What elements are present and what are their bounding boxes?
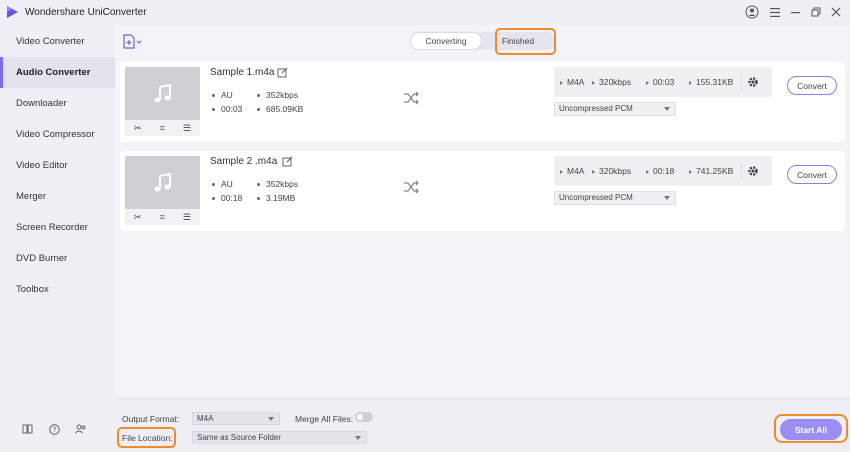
edit-name-icon[interactable] <box>282 156 293 167</box>
output-duration: 00:18 <box>646 166 674 176</box>
app-title: Wondershare UniConverter <box>25 7 147 18</box>
source-codec: AU <box>212 179 233 189</box>
restore-icon[interactable] <box>809 5 823 19</box>
sidebar-item-audio-converter[interactable]: Audio Converter <box>0 57 115 88</box>
svg-text:?: ? <box>52 427 56 434</box>
convert-button[interactable]: Convert <box>787 165 837 184</box>
file-card: ✂ ⌗ ☰ Sample 2 .m4a AU 352kbps 00:18 3.1… <box>120 151 845 231</box>
sidebar-item-video-compressor[interactable]: Video Compressor <box>0 119 115 150</box>
sidebar-item-label: Screen Recorder <box>16 222 88 233</box>
thumbnail-toolbar: ✂ ⌗ ☰ <box>125 120 200 136</box>
output-format-value: M4A <box>197 414 214 423</box>
chevron-down-icon <box>664 107 670 111</box>
quality-dropdown[interactable]: Uncompressed PCM <box>554 191 676 205</box>
sidebar-item-video-converter[interactable]: Video Converter <box>0 26 115 57</box>
tab-finished[interactable]: Finished <box>488 33 548 49</box>
output-duration: 00:03 <box>646 77 674 87</box>
source-size: 3.19MB <box>257 193 295 203</box>
sidebar: Video Converter Audio Converter Download… <box>0 25 115 452</box>
sidebar-item-label: Merger <box>16 191 47 202</box>
music-note-icon <box>154 172 171 191</box>
account-icon[interactable] <box>745 5 759 19</box>
convert-button[interactable]: Convert <box>787 76 837 95</box>
convert-arrow-icon <box>404 91 419 105</box>
file-location-value: Same as Source Folder <box>197 433 282 442</box>
app-logo-icon <box>7 6 18 18</box>
quality-value: Uncompressed PCM <box>559 193 633 202</box>
sidebar-item-label: DVD Burner <box>16 253 68 264</box>
sidebar-item-label: Video Compressor <box>16 129 95 140</box>
start-all-button[interactable]: Start All <box>780 419 842 440</box>
minimize-icon[interactable] <box>789 5 803 19</box>
output-format-label: Output Format: <box>122 414 180 424</box>
source-bitrate: 352kbps <box>257 179 298 189</box>
main-panel: Converting Finished ✂ ⌗ ☰ Sample 1.m4a A… <box>115 25 850 452</box>
help-icon[interactable]: ? <box>47 422 61 436</box>
sidebar-item-merger[interactable]: Merger <box>0 181 115 212</box>
tab-converting[interactable]: Converting <box>411 33 481 49</box>
audio-thumbnail <box>125 156 200 209</box>
sidebar-item-label: Video Converter <box>16 36 85 47</box>
edit-name-icon[interactable] <box>277 67 288 78</box>
file-name: Sample 2 .m4a <box>210 156 278 167</box>
sidebar-item-dvd-burner[interactable]: DVD Burner <box>0 243 115 274</box>
trim-icon[interactable]: ✂ <box>134 123 142 134</box>
sidebar-item-label: Downloader <box>16 98 67 109</box>
file-card: ✂ ⌗ ☰ Sample 1.m4a AU 352kbps 00:03 685.… <box>120 62 845 142</box>
file-location-dropdown[interactable]: Same as Source Folder <box>192 431 367 444</box>
sidebar-item-video-editor[interactable]: Video Editor <box>0 150 115 181</box>
gear-icon[interactable] <box>746 75 760 89</box>
sidebar-item-screen-recorder[interactable]: Screen Recorder <box>0 212 115 243</box>
output-format: M4A <box>560 166 584 176</box>
sidebar-item-label: Toolbox <box>16 284 49 295</box>
crop-icon[interactable]: ⌗ <box>160 212 165 223</box>
audio-thumbnail <box>125 67 200 120</box>
crop-icon[interactable]: ⌗ <box>160 123 165 134</box>
output-format-dropdown[interactable]: M4A <box>192 412 280 425</box>
merge-toggle[interactable] <box>355 412 373 422</box>
trim-icon[interactable]: ✂ <box>134 212 142 223</box>
chevron-down-icon <box>664 196 670 200</box>
sidebar-item-toolbox[interactable]: Toolbox <box>0 274 115 305</box>
output-settings[interactable]: M4A 320kbps 00:18 741.25KB <box>554 156 772 186</box>
quality-value: Uncompressed PCM <box>559 104 633 113</box>
divider <box>741 162 742 180</box>
music-note-icon <box>154 83 171 102</box>
tab-switch: Converting Finished <box>410 32 556 50</box>
output-settings[interactable]: M4A 320kbps 00:03 155.31KB <box>554 67 772 97</box>
source-size: 685.09KB <box>257 104 303 114</box>
file-name: Sample 1.m4a <box>210 67 275 78</box>
convert-arrow-icon <box>404 180 419 194</box>
source-bitrate: 352kbps <box>257 90 298 100</box>
users-icon[interactable] <box>74 422 88 436</box>
divider <box>741 73 742 91</box>
sidebar-item-downloader[interactable]: Downloader <box>0 88 115 119</box>
source-duration: 00:18 <box>212 193 242 203</box>
guide-book-icon[interactable] <box>20 422 34 436</box>
merge-label: Merge All Files: <box>295 414 354 424</box>
source-duration: 00:03 <box>212 104 242 114</box>
effects-icon[interactable]: ☰ <box>183 212 191 223</box>
add-file-button[interactable] <box>122 34 144 50</box>
sidebar-item-label: Audio Converter <box>16 67 91 78</box>
menu-icon[interactable] <box>768 5 782 19</box>
source-codec: AU <box>212 90 233 100</box>
sidebar-item-label: Video Editor <box>16 160 68 171</box>
effects-icon[interactable]: ☰ <box>183 123 191 134</box>
output-bitrate: 320kbps <box>592 77 631 87</box>
bottom-bar: Output Format: M4A Merge All Files: File… <box>115 398 850 452</box>
gear-icon[interactable] <box>746 164 760 178</box>
chevron-down-icon <box>355 436 361 440</box>
output-size: 741.25KB <box>689 166 733 176</box>
output-size: 155.31KB <box>689 77 733 87</box>
quality-dropdown[interactable]: Uncompressed PCM <box>554 102 676 116</box>
title-bar: Wondershare UniConverter <box>0 0 850 25</box>
output-bitrate: 320kbps <box>592 166 631 176</box>
output-format: M4A <box>560 77 584 87</box>
close-icon[interactable] <box>829 5 843 19</box>
thumbnail-toolbar: ✂ ⌗ ☰ <box>125 209 200 225</box>
file-location-label: File Location: <box>122 433 173 443</box>
chevron-down-icon <box>268 417 274 421</box>
